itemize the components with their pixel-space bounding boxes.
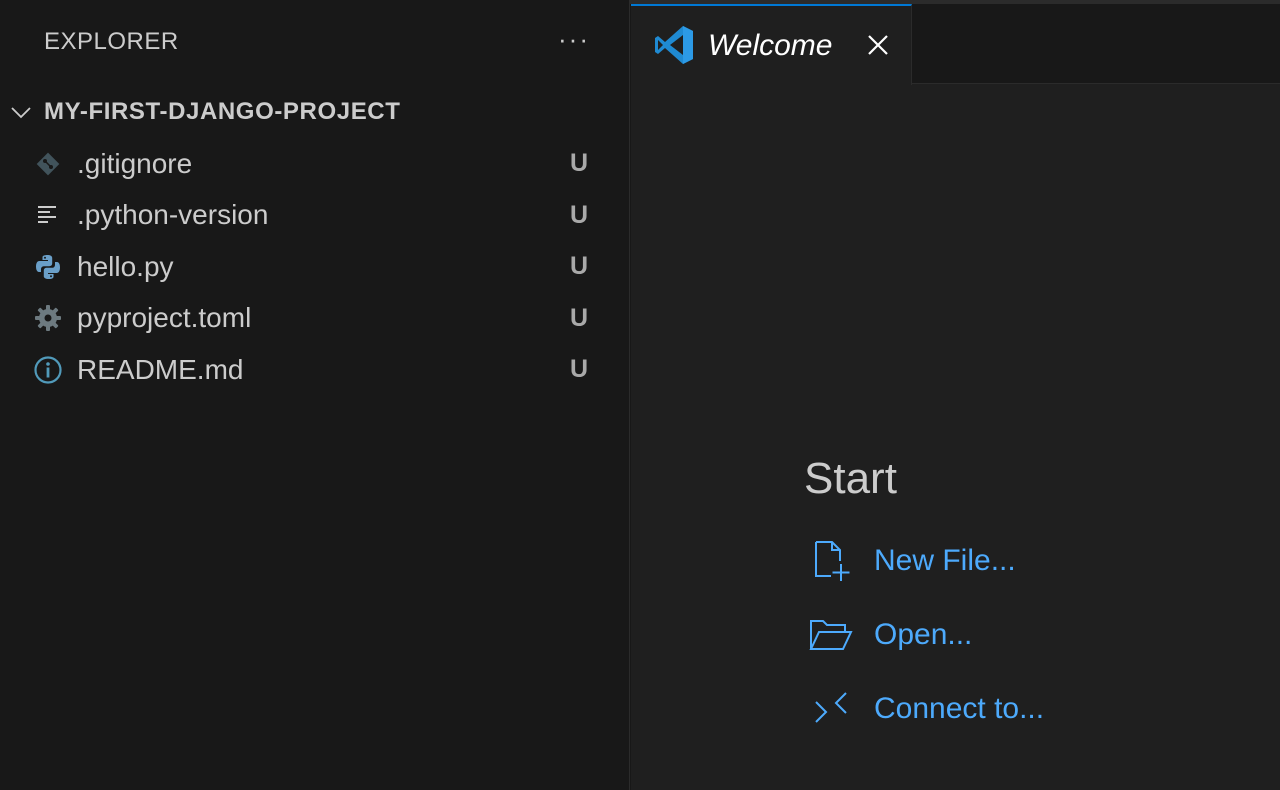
close-icon[interactable]	[863, 30, 893, 60]
new-file-icon	[808, 538, 854, 584]
file-name: pyproject.toml	[77, 302, 252, 334]
new-file-link[interactable]: New File...	[804, 536, 1124, 586]
file-item-pyproject-toml[interactable]: pyproject.toml U	[0, 293, 630, 345]
info-icon	[32, 354, 64, 386]
connect-to-link[interactable]: Connect to...	[804, 684, 1124, 734]
explorer-header: EXPLORER	[0, 4, 630, 80]
git-status-badge: U	[570, 252, 589, 281]
git-status-badge: U	[570, 200, 589, 229]
project-folder-header[interactable]: MY-FIRST-DJANGO-PROJECT	[0, 88, 630, 136]
git-status-badge: U	[570, 355, 589, 384]
new-file-label: New File...	[874, 544, 1016, 577]
git-icon	[32, 148, 64, 180]
file-item-hello-py[interactable]: hello.py U	[0, 241, 630, 293]
file-name: .python-version	[77, 199, 269, 231]
chevron-down-icon	[8, 99, 34, 125]
vscode-window: EXPLORER ··· MY-FIRST-DJANGO-PROJECT .gi…	[0, 0, 1280, 790]
gear-icon	[32, 302, 64, 334]
file-tree: .gitignore U .python-version U hello.py …	[0, 138, 630, 396]
file-item-readme-md[interactable]: README.md U	[0, 344, 630, 396]
git-status-badge: U	[570, 303, 589, 332]
file-name: README.md	[77, 353, 244, 385]
more-actions-button[interactable]: ···	[557, 24, 591, 54]
start-heading: Start	[804, 454, 897, 503]
file-item-gitignore[interactable]: .gitignore U	[0, 138, 630, 190]
python-icon	[32, 251, 64, 283]
vscode-logo-icon	[653, 24, 695, 66]
ellipsis-icon: ···	[558, 24, 590, 54]
git-status-badge: U	[570, 149, 589, 178]
editor-tab-bar: Welcome	[631, 4, 1280, 85]
editor-area: Welcome Start New File... Open... Connec…	[631, 4, 1280, 790]
open-label: Open...	[874, 618, 973, 651]
file-name: hello.py	[77, 250, 174, 282]
explorer-title: EXPLORER	[44, 28, 179, 55]
open-link[interactable]: Open...	[804, 610, 1124, 660]
project-folder-name: MY-FIRST-DJANGO-PROJECT	[44, 98, 401, 125]
welcome-start-section: Start New File... Open... Connect to...	[804, 454, 1044, 725]
explorer-sidebar: EXPLORER ··· MY-FIRST-DJANGO-PROJECT .gi…	[0, 0, 630, 790]
tab-label: Welcome	[708, 28, 833, 62]
tab-welcome[interactable]: Welcome	[631, 4, 912, 85]
folder-open-icon	[808, 612, 854, 658]
text-lines-icon	[32, 199, 64, 231]
remote-icon	[808, 686, 854, 732]
file-item-python-version[interactable]: .python-version U	[0, 190, 630, 242]
connect-to-label: Connect to...	[874, 692, 1045, 725]
file-name: .gitignore	[77, 147, 193, 179]
